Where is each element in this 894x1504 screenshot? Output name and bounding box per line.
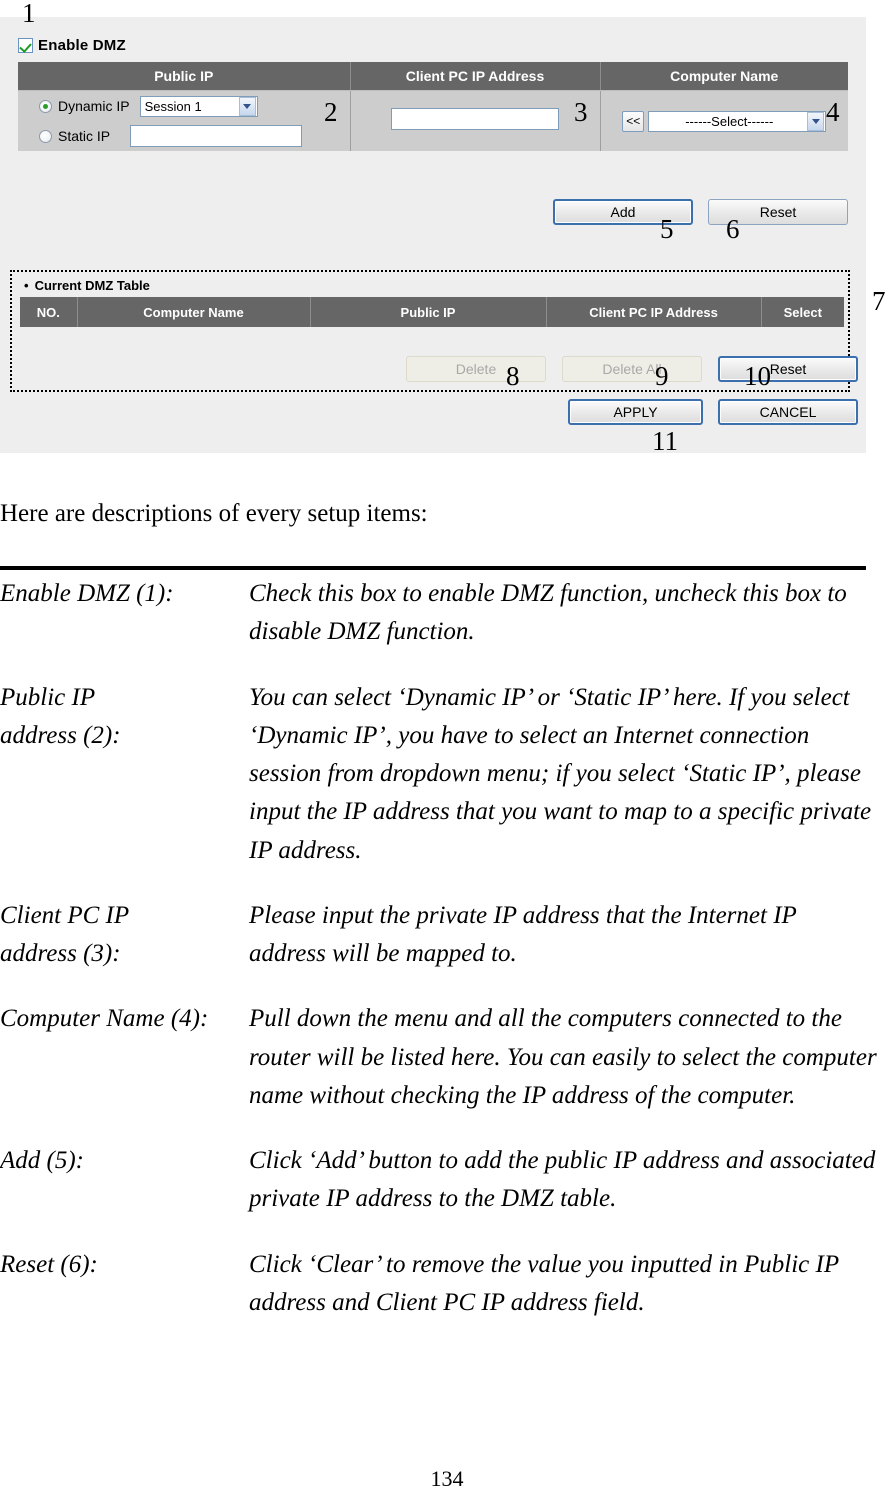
- dmz-table-action-buttons: Delete Delete All Reset: [406, 356, 858, 382]
- current-dmz-table-panel: • Current DMZ Table NO. Computer Name Pub…: [10, 270, 858, 392]
- static-ip-input[interactable]: [130, 125, 303, 147]
- description-definition: Click ‘Clear’ to remove the value you in…: [249, 1250, 839, 1316]
- static-ip-radio[interactable]: [39, 129, 52, 143]
- description-term: Reset (6):: [0, 1250, 98, 1278]
- static-ip-row[interactable]: Static IP: [19, 123, 349, 149]
- description-term: Client PC IP address (3):: [0, 901, 130, 967]
- description-term: Public IP address (2):: [0, 683, 121, 749]
- dynamic-ip-row[interactable]: Dynamic IP Session 1: [19, 93, 349, 119]
- session-select[interactable]: Session 1: [139, 95, 258, 117]
- session-select-value: Session 1: [144, 98, 202, 114]
- current-dmz-table-title-text: Current DMZ Table: [34, 278, 150, 293]
- description-term: Add (5):: [0, 1147, 84, 1174]
- computer-name-cell: << ------Select------: [600, 90, 848, 151]
- dmz-col-no: NO.: [20, 297, 78, 327]
- dmz-col-client-pc-ip: Client PC IP Address: [546, 297, 762, 327]
- apply-button[interactable]: APPLY: [568, 399, 703, 425]
- callout-number-10: 10: [744, 361, 771, 391]
- callout-number-4: 4: [826, 97, 840, 127]
- description-row: Computer Name (4): Pull down the menu and…: [0, 1000, 894, 1115]
- enable-dmz-checkbox-row[interactable]: Enable DMZ: [18, 37, 126, 54]
- callout-number-7: 7: [872, 286, 886, 316]
- chevron-down-icon: [807, 111, 825, 131]
- apply-cancel-buttons: APPLY CANCEL: [568, 399, 858, 425]
- cancel-button[interactable]: CANCEL: [718, 399, 858, 425]
- description-definition: Pull down the menu and all the computers…: [249, 1005, 877, 1109]
- callout-number-6: 6: [726, 214, 740, 244]
- callout-number-3: 3: [574, 97, 588, 127]
- callout-number-11: 11: [652, 426, 678, 456]
- form-input-row: Dynamic IP Session 1 Static IP << ------…: [18, 90, 848, 151]
- callout-number-5: 5: [660, 214, 674, 244]
- page-number: 134: [430, 1466, 464, 1491]
- description-row: Enable DMZ (1): Check this box to enable …: [0, 575, 894, 652]
- static-ip-label: Static IP: [58, 128, 111, 144]
- bullet-icon: •: [24, 278, 29, 293]
- enable-dmz-label: Enable DMZ: [38, 37, 126, 54]
- client-pc-ip-cell: [350, 90, 601, 151]
- description-definition: Click ‘Add’ button to add the public IP …: [249, 1147, 876, 1213]
- table-reset-button[interactable]: Reset: [718, 356, 858, 382]
- delete-all-button[interactable]: Delete All: [562, 356, 702, 382]
- current-dmz-table-title: • Current DMZ Table: [24, 278, 150, 293]
- description-term: Computer Name (4):: [0, 1005, 209, 1033]
- form-header-row: Public IP Client PC IP Address Computer …: [18, 62, 848, 91]
- dmz-entry-form-table: Public IP Client PC IP Address Computer …: [18, 62, 848, 151]
- client-pc-ip-input[interactable]: [391, 107, 559, 130]
- enable-dmz-checkbox[interactable]: [18, 38, 33, 53]
- description-row: Reset (6): Click ‘Clear’ to remove the va…: [0, 1246, 894, 1323]
- dmz-col-computer-name: Computer Name: [77, 297, 311, 327]
- setup-item-descriptions: Enable DMZ (1): Check this box to enable …: [0, 575, 894, 1349]
- computer-name-select-value: ------Select------: [685, 113, 774, 129]
- callout-number-1: 1: [22, 0, 36, 28]
- callout-number-2: 2: [324, 97, 338, 127]
- description-row: Client PC IP address (3): Please input th…: [0, 897, 894, 974]
- section-divider: [0, 566, 866, 570]
- form-header-public-ip: Public IP: [18, 62, 351, 91]
- dmz-col-public-ip: Public IP: [310, 297, 547, 327]
- dynamic-ip-radio[interactable]: [39, 99, 52, 113]
- description-term: Enable DMZ (1):: [0, 580, 174, 607]
- callout-number-8: 8: [506, 361, 520, 391]
- callout-number-9: 9: [655, 361, 669, 391]
- chevron-down-icon: [238, 96, 256, 116]
- dynamic-ip-label: Dynamic IP: [58, 98, 130, 114]
- dmz-table-header-row: NO. Computer Name Public IP Client PC IP…: [20, 297, 844, 327]
- public-ip-cell: Dynamic IP Session 1 Static IP: [18, 90, 351, 151]
- computer-name-select[interactable]: ------Select------: [648, 110, 827, 132]
- description-definition: You can select ‘Dynamic IP’ or ‘Static I…: [249, 683, 872, 864]
- description-definition: Check this box to enable DMZ function, u…: [249, 580, 847, 646]
- form-action-buttons: Add Reset: [553, 199, 848, 225]
- form-header-computer-name: Computer Name: [600, 62, 848, 91]
- delete-button[interactable]: Delete: [406, 356, 546, 382]
- current-dmz-table: NO. Computer Name Public IP Client PC IP…: [20, 297, 844, 327]
- dmz-col-select: Select: [761, 297, 844, 327]
- description-definition: Please input the private IP address that…: [249, 901, 797, 967]
- description-row: Add (5): Click ‘Add’ button to add the pu…: [0, 1142, 894, 1219]
- form-header-client-pc-ip: Client PC IP Address: [350, 62, 601, 91]
- intro-paragraph: Here are descriptions of every setup ite…: [0, 500, 428, 527]
- description-row: Public IP address (2): You can select ‘Dy…: [0, 679, 894, 870]
- copy-back-button[interactable]: <<: [622, 110, 645, 132]
